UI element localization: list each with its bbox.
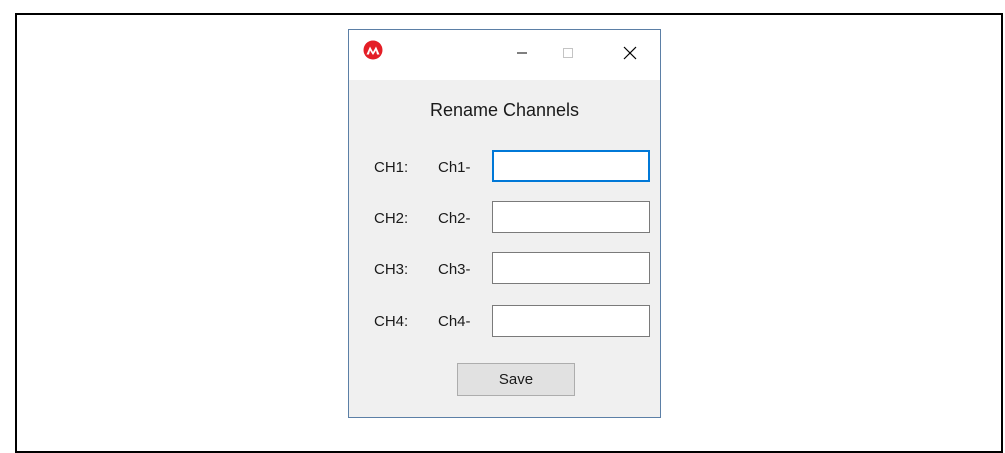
channel-4-name-input[interactable] bbox=[492, 305, 650, 337]
channel-2-label: CH2: bbox=[374, 210, 409, 227]
rename-channels-window: Rename Channels CH1: Ch1- CH2: Ch2- CH3:… bbox=[348, 29, 661, 418]
minimize-button[interactable] bbox=[499, 30, 545, 80]
channel-4-prefix: Ch4- bbox=[438, 313, 471, 330]
channel-4-label: CH4: bbox=[374, 313, 409, 330]
channel-3-name-input[interactable] bbox=[492, 252, 650, 284]
channel-1-label: CH1: bbox=[374, 159, 409, 176]
channel-1-prefix: Ch1- bbox=[438, 159, 471, 176]
minimize-icon bbox=[516, 46, 528, 64]
channel-2-name-input[interactable] bbox=[492, 201, 650, 233]
maximize-icon bbox=[562, 46, 574, 64]
save-button[interactable]: Save bbox=[457, 363, 575, 396]
microchip-logo-icon bbox=[363, 40, 383, 60]
channel-1-name-input[interactable] bbox=[492, 150, 650, 182]
channel-3-label: CH3: bbox=[374, 261, 409, 278]
title-bar[interactable] bbox=[349, 30, 660, 80]
dialog-title: Rename Channels bbox=[429, 100, 580, 120]
channel-2-prefix: Ch2- bbox=[438, 210, 471, 227]
maximize-button bbox=[545, 30, 591, 80]
channel-3-prefix: Ch3- bbox=[438, 261, 471, 278]
close-icon bbox=[623, 46, 637, 65]
close-button[interactable] bbox=[607, 30, 653, 80]
